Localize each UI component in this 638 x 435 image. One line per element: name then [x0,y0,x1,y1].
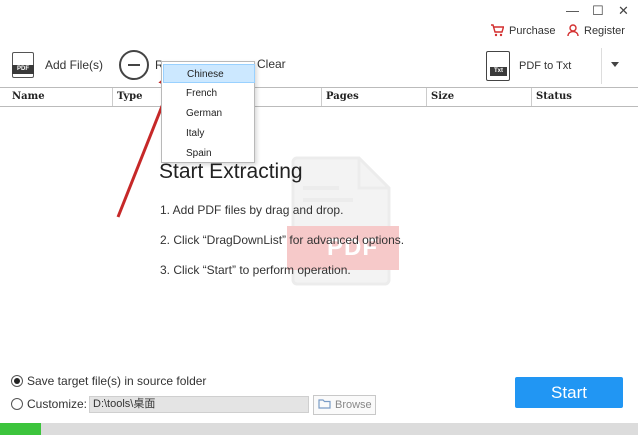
remove-button[interactable]: R [119,50,164,80]
instructions-title: Start Extracting [159,160,303,183]
instruction-step-2: 2. Click “DragDownList” for advanced opt… [160,233,405,247]
radio-source-folder[interactable] [11,375,23,387]
converter-label: PDF to Txt [519,60,572,72]
browse-button[interactable]: Browse [313,395,376,415]
instruction-step-1: 1. Add PDF files by drag and drop. [160,203,344,217]
column-size[interactable]: Size [427,88,532,106]
option-source-folder[interactable]: Save target file(s) in source folder [11,374,206,388]
progress-bar [0,423,638,435]
option-customize-label: Customize: [27,397,88,411]
register-label: Register [584,24,625,37]
instruction-step-3: 3. Click “Start” to perform operation. [160,263,351,277]
add-files-button[interactable]: PDF Add File(s) [12,52,103,78]
menu-item-italy[interactable]: Italy [163,124,255,143]
browse-label: Browse [335,399,372,411]
menu-item-spain[interactable]: Spain [163,144,255,163]
purchase-link[interactable]: Purchase [490,24,555,37]
column-type[interactable]: Type [113,88,166,106]
close-button[interactable]: ✕ [618,4,629,18]
file-list-header: Name Type Pages Size Status [0,87,638,107]
remove-icon [119,50,149,80]
user-icon [567,24,579,37]
clear-label: Clear [257,57,286,71]
folder-icon [318,398,331,412]
clear-button[interactable]: Clear [257,57,286,71]
menu-item-french[interactable]: French [163,84,255,103]
divider [601,48,602,84]
radio-customize[interactable] [11,398,23,410]
converter-selector[interactable]: Txt PDF to Txt [486,48,636,84]
column-name[interactable]: Name [8,88,113,106]
minimize-button[interactable]: — [566,4,579,18]
register-link[interactable]: Register [567,24,625,37]
menu-item-chinese[interactable]: Chinese [163,64,255,83]
maximize-button[interactable]: ☐ [592,4,604,18]
menu-item-german[interactable]: German [163,104,255,123]
chevron-down-icon[interactable] [611,62,619,67]
option-source-label: Save target file(s) in source folder [27,374,207,388]
pdf-file-icon: PDF [12,52,34,78]
add-files-label: Add File(s) [45,58,104,72]
language-menu: Chinese French German Italy Spain [161,61,255,163]
column-spacer [254,88,322,106]
purchase-label: Purchase [509,24,556,37]
start-button[interactable]: Start [515,377,623,408]
option-customize[interactable]: Customize: [11,397,87,411]
output-path-field[interactable]: D:\tools\桌面 [89,396,309,413]
column-status[interactable]: Status [532,88,638,106]
txt-file-icon: Txt [486,51,510,81]
cart-icon [490,24,504,37]
column-pages[interactable]: Pages [322,88,427,106]
progress-fill [0,423,42,435]
